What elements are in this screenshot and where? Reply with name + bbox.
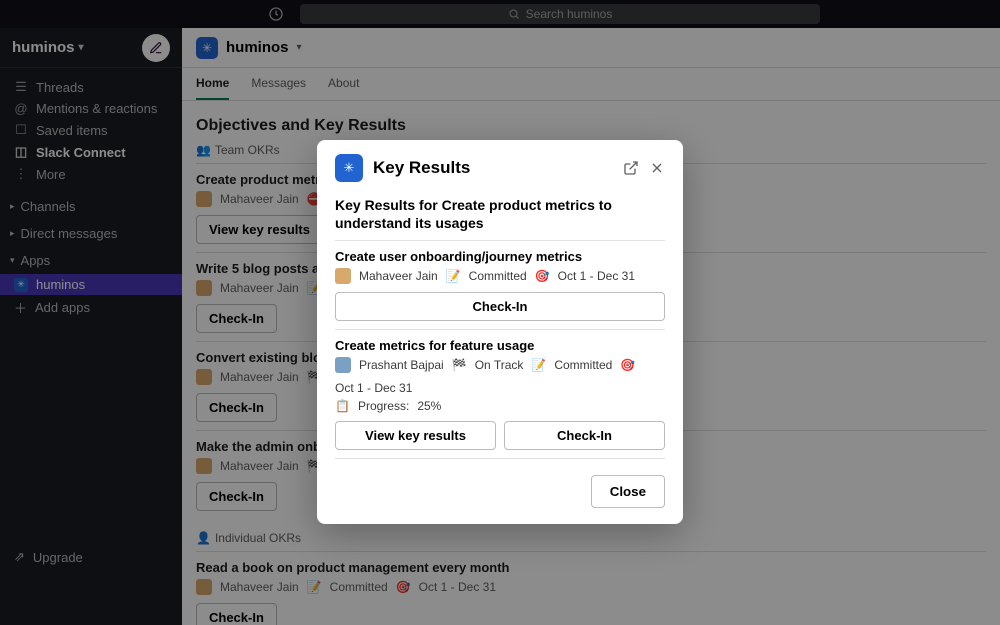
divider	[335, 240, 665, 241]
progress-label: Progress:	[358, 399, 409, 413]
modal-overlay[interactable]: ✳ Key Results Key Results for Create pro…	[0, 0, 1000, 625]
progress-icon: 📋	[335, 399, 350, 413]
divider	[335, 458, 665, 459]
target-icon: 🎯	[535, 269, 550, 283]
kr-title: Create metrics for feature usage	[335, 338, 665, 353]
checkin-button[interactable]: Check-In	[335, 292, 665, 321]
key-results-modal: ✳ Key Results Key Results for Create pro…	[317, 140, 683, 524]
status-label: Committed	[469, 269, 527, 283]
date-range: Oct 1 - Dec 31	[335, 381, 412, 395]
close-icon[interactable]	[649, 160, 665, 176]
close-button[interactable]: Close	[591, 475, 665, 508]
avatar	[335, 268, 351, 284]
status-label: On Track	[475, 358, 524, 372]
avatar	[335, 357, 351, 373]
target-icon: 🎯	[620, 358, 635, 372]
kr-title: Create user onboarding/journey metrics	[335, 249, 665, 264]
status-label: Committed	[554, 358, 612, 372]
progress-value: 25%	[417, 399, 441, 413]
modal-subtitle: Key Results for Create product metrics t…	[335, 196, 665, 232]
note-icon: 📝	[446, 269, 461, 283]
date-range: Oct 1 - Dec 31	[558, 269, 635, 283]
open-external-icon[interactable]	[623, 160, 639, 176]
modal-title: Key Results	[373, 158, 613, 178]
view-key-results-button[interactable]: View key results	[335, 421, 496, 450]
checkin-button[interactable]: Check-In	[504, 421, 665, 450]
flag-icon: 🏁	[452, 358, 467, 372]
owner-name: Mahaveer Jain	[359, 269, 438, 283]
divider	[335, 329, 665, 330]
app-logo: ✳	[335, 154, 363, 182]
note-icon: 📝	[531, 358, 546, 372]
owner-name: Prashant Bajpai	[359, 358, 444, 372]
